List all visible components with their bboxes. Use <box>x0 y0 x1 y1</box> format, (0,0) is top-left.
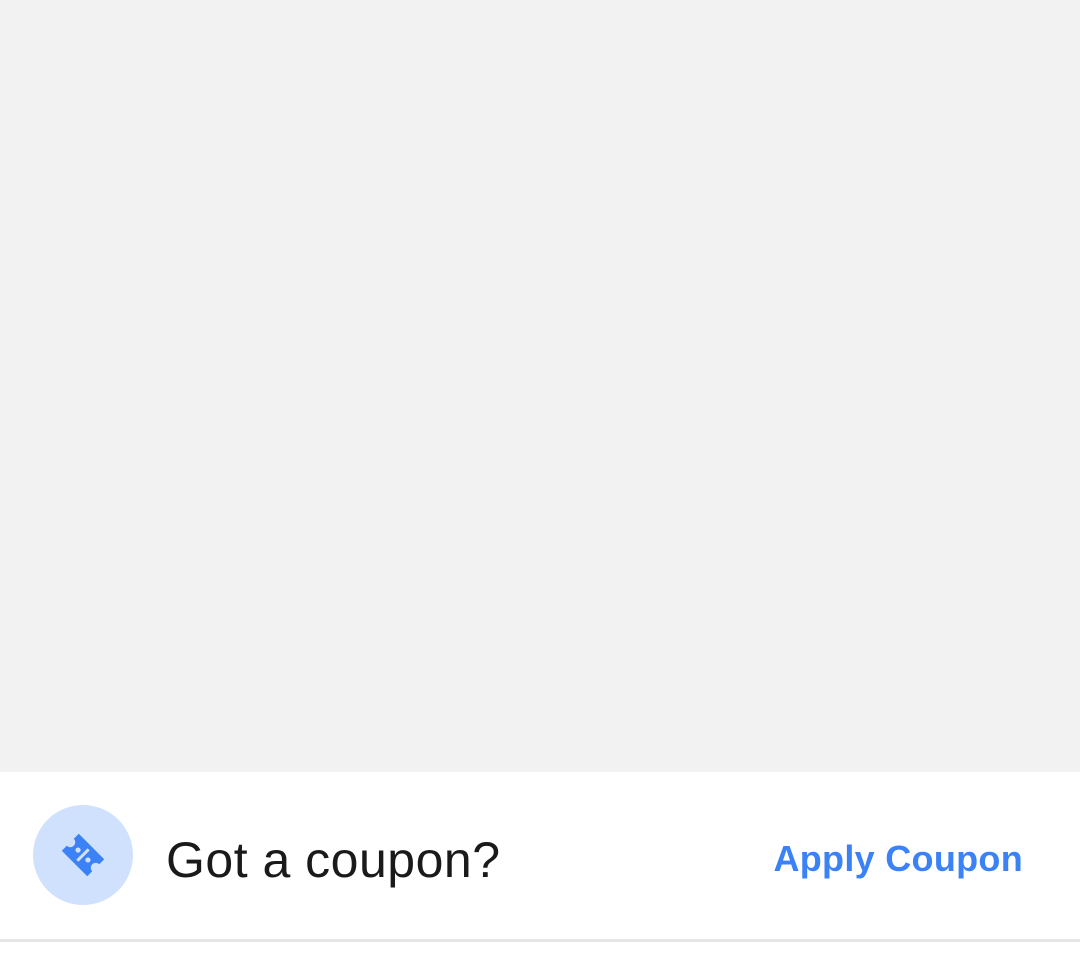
bottom-area <box>0 942 1080 953</box>
coupon-title: Got a coupon? <box>166 832 501 888</box>
coupon-ticket-icon <box>61 833 105 877</box>
coupon-bar: Got a coupon? Apply Coupon <box>0 772 1080 939</box>
content-area <box>0 0 1080 772</box>
apply-coupon-button[interactable]: Apply Coupon <box>773 836 1023 882</box>
coupon-icon-badge <box>33 805 133 905</box>
